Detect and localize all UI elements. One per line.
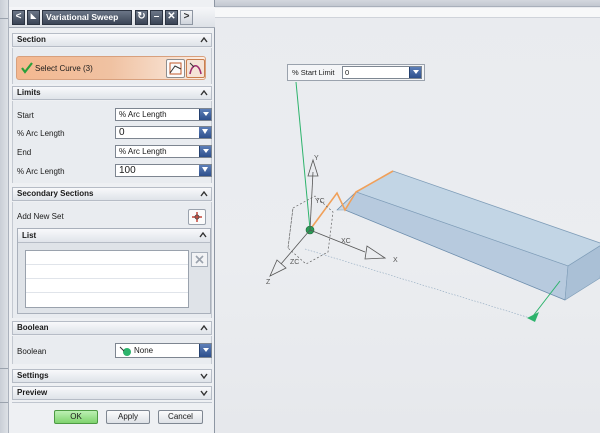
chevron-up-icon[interactable] xyxy=(200,37,208,43)
end-arc-length-value: 100 xyxy=(119,165,136,176)
chevron-down-icon[interactable] xyxy=(199,146,211,157)
axis-y-label: Y xyxy=(314,155,319,162)
section-header-label: Section xyxy=(17,35,46,44)
start-limit-input[interactable]: 0 xyxy=(342,66,422,79)
end-option-value: % Arc Length xyxy=(119,147,167,156)
end-label: End xyxy=(17,148,32,157)
start-option-select[interactable]: % Arc Length xyxy=(115,108,212,121)
apply-button[interactable]: Apply xyxy=(106,410,150,424)
start-option-value: % Arc Length xyxy=(119,110,167,119)
value-menu-icon[interactable] xyxy=(199,127,211,138)
ok-button[interactable]: OK xyxy=(54,410,98,424)
delete-icon xyxy=(195,255,204,264)
chevron-up-icon[interactable] xyxy=(200,90,208,96)
select-curve-label: Select Curve (3) xyxy=(35,64,93,73)
chevron-down-icon[interactable] xyxy=(199,109,211,120)
cancel-button[interactable]: Cancel xyxy=(158,410,203,424)
start-label: Start xyxy=(17,111,34,120)
footer-separator xyxy=(12,402,212,403)
axis-xc-label: XC xyxy=(341,238,351,245)
remove-button[interactable] xyxy=(191,252,208,267)
list-item[interactable] xyxy=(26,251,188,265)
preview-group-header[interactable]: Preview xyxy=(12,386,212,400)
preview-header-label: Preview xyxy=(17,388,48,397)
end-arc-length-input[interactable]: 100 xyxy=(115,164,212,177)
minimize-button[interactable]: – xyxy=(150,10,163,25)
add-new-set-button[interactable] xyxy=(188,209,206,225)
axis-z-label: Z xyxy=(266,279,271,286)
variational-sweep-dialog: < ◣ Variational Sweep ↻ – ✕ > Section Se… xyxy=(9,0,215,433)
start-limit-value: 0 xyxy=(345,68,350,77)
dialog-titlebar: < ◣ Variational Sweep ↻ – ✕ > xyxy=(9,7,215,28)
chevron-up-icon[interactable] xyxy=(199,232,207,238)
limits-group-header[interactable]: Limits xyxy=(12,86,212,100)
chevron-down-icon[interactable] xyxy=(199,344,211,357)
start-limit-label: % Start Limit xyxy=(292,68,335,77)
boolean-label: Boolean xyxy=(17,347,47,356)
close-button[interactable]: ✕ xyxy=(165,10,178,25)
graphics-viewport[interactable]: Y X Z YC XC ZC % Start Limit 0 xyxy=(215,0,600,433)
sketch-section-icon[interactable] xyxy=(166,59,185,78)
chevron-down-icon[interactable] xyxy=(200,390,208,396)
list-area[interactable] xyxy=(25,250,189,308)
reset-button[interactable]: ↻ xyxy=(135,10,148,25)
add-set-icon xyxy=(192,212,202,222)
check-icon xyxy=(21,62,33,74)
curve-select-icon[interactable] xyxy=(186,59,205,78)
boolean-value: None xyxy=(134,346,154,355)
list-item[interactable] xyxy=(26,279,188,293)
chevron-up-icon[interactable] xyxy=(200,325,208,331)
dialog-title: Variational Sweep xyxy=(42,10,132,25)
boolean-header-label: Boolean xyxy=(17,323,49,332)
start-arc-length-value: 0 xyxy=(119,127,125,138)
end-option-select[interactable]: % Arc Length xyxy=(115,145,212,158)
settings-group-header[interactable]: Settings xyxy=(12,369,212,383)
chevron-down-icon[interactable] xyxy=(200,373,208,379)
list-header[interactable]: List xyxy=(18,229,210,243)
list-header-label: List xyxy=(22,231,37,240)
left-edge-strip xyxy=(0,0,9,433)
secondary-sections-group-header[interactable]: Secondary Sections xyxy=(12,187,212,201)
settings-header-label: Settings xyxy=(17,371,49,380)
start-limit-handle-box[interactable]: % Start Limit 0 xyxy=(287,64,425,81)
value-menu-icon[interactable] xyxy=(199,165,211,176)
list-item[interactable] xyxy=(26,293,188,307)
boolean-group-header[interactable]: Boolean xyxy=(12,321,212,335)
list-item[interactable] xyxy=(26,265,188,279)
select-curve-row[interactable]: Select Curve (3) xyxy=(16,56,206,80)
forward-button[interactable]: > xyxy=(180,10,193,25)
pin-icon[interactable]: ◣ xyxy=(27,10,40,25)
start-arc-length-input[interactable]: 0 xyxy=(115,126,212,139)
end-arc-length-label: % Arc Length xyxy=(17,167,65,176)
boolean-none-icon xyxy=(119,346,131,356)
axis-zc-label: ZC xyxy=(290,259,299,266)
limits-header-label: Limits xyxy=(17,88,41,97)
start-limit-dropdown-button[interactable] xyxy=(409,67,421,78)
secondary-sections-header-label: Secondary Sections xyxy=(17,189,94,198)
add-new-set-label: Add New Set xyxy=(17,212,64,221)
chevron-up-icon[interactable] xyxy=(200,191,208,197)
secondary-sections-list: List xyxy=(17,228,211,314)
section-group-header[interactable]: Section xyxy=(12,33,212,47)
boolean-select[interactable]: None xyxy=(115,343,212,358)
axis-x-label: X xyxy=(393,257,398,264)
axis-yc-label: YC xyxy=(315,198,325,205)
back-button[interactable]: < xyxy=(12,10,25,25)
start-arc-length-label: % Arc Length xyxy=(17,129,65,138)
